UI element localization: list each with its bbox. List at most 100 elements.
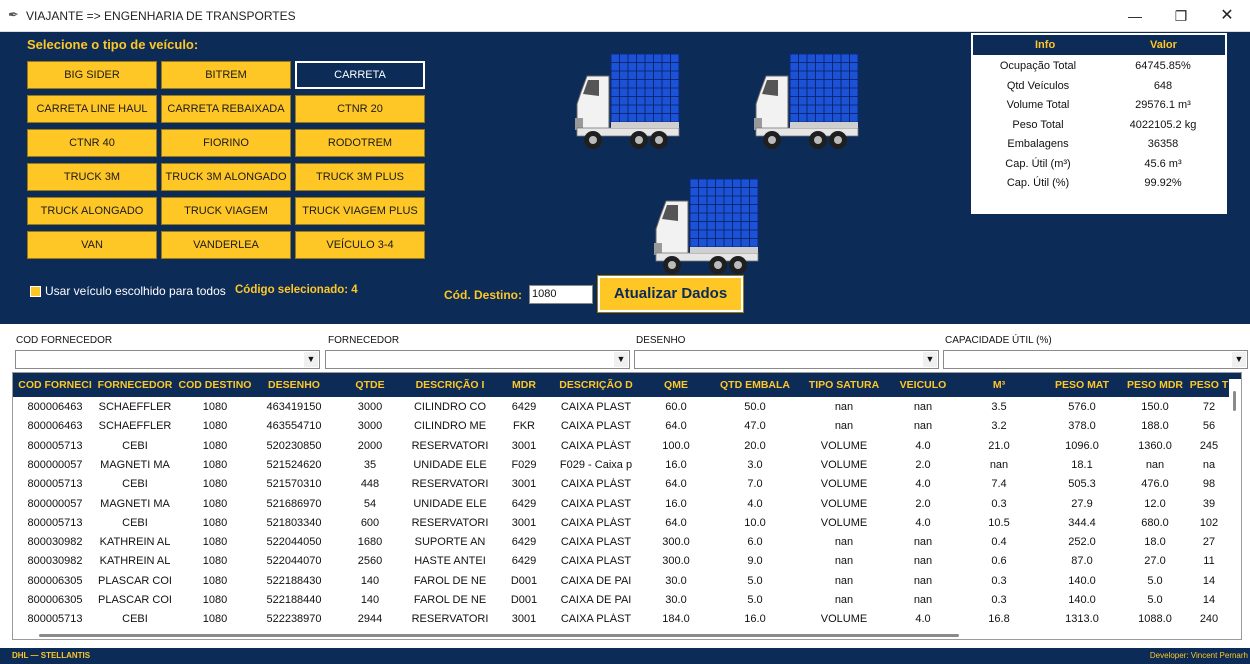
table-cell: KATHREIN AL	[99, 536, 171, 549]
minimize-button[interactable]: —	[1112, 0, 1158, 32]
filter-combo-desenho[interactable]: ▼	[634, 350, 939, 369]
table-cell: 6429	[511, 401, 537, 413]
column-header[interactable]: PESO T	[1189, 379, 1229, 391]
column-header[interactable]: QTDE	[335, 379, 405, 391]
table-cell: 98	[1202, 478, 1216, 491]
table-row[interactable]: 800030982 KATHREIN AL 1080 522044050 1680 SUP…	[13, 534, 1227, 552]
chevron-down-icon[interactable]: ▼	[614, 352, 628, 367]
vehicle-button-ctnr-20[interactable]: CTNR 20	[295, 95, 425, 123]
table-row[interactable]: 800005713 CEBI 1080 522238970 2944 RESERVATOR…	[13, 611, 1227, 629]
column-header[interactable]: COD DESTINO	[175, 379, 255, 391]
table-cell: 1080	[202, 594, 228, 606]
use-for-all-label: Usar veículo escolhido para todos	[45, 284, 226, 298]
table-row[interactable]: 800006463 SCHAEFFLER 1080 463419150 3000 CILI…	[13, 399, 1227, 417]
maximize-button[interactable]: ❐	[1158, 0, 1204, 32]
footer-left-text: DHL — STELLANTIS	[12, 651, 91, 660]
table-row[interactable]: 800006305 PLASCAR COI 1080 522188430 140 FARO…	[13, 573, 1227, 591]
table-cell: 344.4	[1068, 516, 1096, 529]
vehicle-button-truck-viagem-plus[interactable]: TRUCK VIAGEM PLUS	[295, 197, 425, 225]
table-cell: CAIXA PLÁST	[560, 478, 632, 491]
table-row[interactable]: 800030982 KATHREIN AL 1080 522044070 2560 HAS…	[13, 553, 1227, 571]
table-row[interactable]: 800000057 MAGNETI MA 1080 521524620 35 UNIDAD…	[13, 457, 1227, 475]
data-table: COD FORNECI FORNECEDOR COD DESTINO DESENHO Q…	[12, 372, 1242, 640]
column-header[interactable]: MDR	[495, 379, 553, 391]
column-header[interactable]: TIPO SATURA	[797, 379, 891, 391]
column-header[interactable]: FORNECEDOR	[95, 379, 175, 391]
table-row[interactable]: 800000057 MAGNETI MA 1080 521686970 54 UNIDAD…	[13, 496, 1227, 514]
vehicle-button-carreta-rebaixada[interactable]: CARRETA REBAIXADA	[161, 95, 291, 123]
vertical-scrollbar[interactable]	[1229, 379, 1241, 639]
destination-input[interactable]: 1080	[529, 285, 593, 304]
vehicle-button-carreta-line-haul[interactable]: CARRETA LINE HAUL	[27, 95, 157, 123]
info-key: Embalagens	[1007, 138, 1069, 150]
table-cell: 2.0	[915, 458, 931, 471]
table-cell: 10.5	[988, 516, 1010, 529]
chevron-down-icon[interactable]: ▼	[304, 352, 318, 367]
horizontal-scrollbar[interactable]	[13, 631, 1227, 639]
table-cell: 140.0	[1068, 594, 1096, 606]
vehicle-button-truck-viagem[interactable]: TRUCK VIAGEM	[161, 197, 291, 225]
table-cell: 140	[360, 594, 380, 606]
table-cell: RESERVATORI	[411, 478, 489, 491]
column-header[interactable]: QME	[639, 379, 713, 391]
table-row[interactable]: 800006463 SCHAEFFLER 1080 463554710 3000 CILI…	[13, 418, 1227, 436]
info-row: Qtd Veículos 648	[973, 77, 1225, 97]
table-cell: 4.0	[915, 613, 931, 626]
chevron-down-icon[interactable]: ▼	[1232, 352, 1246, 367]
vertical-scroll-thumb[interactable]	[1233, 391, 1236, 411]
use-for-all-checkbox[interactable]	[30, 286, 41, 297]
update-data-button[interactable]: Atualizar Dados	[597, 275, 744, 313]
table-cell: SCHAEFFLER	[98, 401, 172, 413]
vehicle-button-truck-alongado[interactable]: TRUCK ALONGADO	[27, 197, 157, 225]
close-button[interactable]: ✕	[1204, 0, 1250, 32]
truck-icon	[575, 53, 680, 149]
vehicle-button-truck-3m[interactable]: TRUCK 3M	[27, 163, 157, 191]
table-cell: 184.0	[662, 613, 690, 626]
table-cell: 87.0	[1071, 555, 1093, 568]
filter-combo-cod-fornecedor[interactable]: ▼	[15, 350, 320, 369]
vehicle-button-ctnr-40[interactable]: CTNR 40	[27, 129, 157, 157]
column-header[interactable]: DESCRIÇÃO I	[405, 379, 495, 391]
table-row[interactable]: 800005713 CEBI 1080 521803340 600 RESERVATORI…	[13, 515, 1227, 533]
table-cell: nan	[834, 401, 854, 413]
info-value: 4022105.2 kg	[1129, 118, 1197, 131]
vehicle-button-ve-culo-3-4[interactable]: VEÍCULO 3-4	[295, 231, 425, 259]
table-cell: UNIDADE ELE	[413, 458, 487, 471]
column-header[interactable]: QTD EMBALA	[713, 379, 797, 391]
table-cell: 3001	[511, 516, 537, 529]
vehicle-button-big-sider[interactable]: BIG SIDER	[27, 61, 157, 89]
table-row[interactable]: 800005713 CEBI 1080 520230850 2000 RESERVATOR…	[13, 438, 1227, 456]
table-cell: SUPORTE AN	[414, 536, 486, 549]
column-header[interactable]: DESENHO	[253, 379, 335, 391]
vehicle-button-fiorino[interactable]: FIORINO	[161, 129, 291, 157]
table-cell: 4.0	[747, 497, 763, 510]
filter-combo-capacidade[interactable]: ▼	[943, 350, 1248, 369]
vehicle-button-truck-3m-plus[interactable]: TRUCK 3M PLUS	[295, 163, 425, 191]
window-title: VIAJANTE => ENGENHARIA DE TRANSPORTES	[26, 9, 296, 23]
vehicle-button-truck-3m-alongado[interactable]: TRUCK 3M ALONGADO	[161, 163, 291, 191]
column-header[interactable]: M³	[955, 379, 1043, 391]
filter-combo-fornecedor[interactable]: ▼	[325, 350, 630, 369]
vehicle-button-vanderlea[interactable]: VANDERLEA	[161, 231, 291, 259]
chevron-down-icon[interactable]: ▼	[923, 352, 937, 367]
column-header[interactable]: PESO MAT	[1043, 379, 1121, 391]
vehicle-button-carreta[interactable]: CARRETA	[295, 61, 425, 89]
table-cell: 521803340	[266, 516, 322, 529]
table-row[interactable]: 800006305 PLASCAR COI 1080 522188440 140 FARO…	[13, 592, 1227, 610]
column-header[interactable]: DESCRIÇÃO D	[553, 379, 639, 391]
horizontal-scroll-thumb[interactable]	[39, 634, 959, 637]
info-header-info: Info	[1035, 39, 1056, 51]
table-row[interactable]: 800005713 CEBI 1080 521570310 448 RESERVATORI…	[13, 476, 1227, 494]
table-cell: 463419150	[266, 401, 322, 413]
table-cell: 1080	[202, 401, 228, 413]
table-cell: nan	[989, 458, 1009, 471]
vehicle-button-bitrem[interactable]: BITREM	[161, 61, 291, 89]
column-header[interactable]: VEICULO	[891, 379, 955, 391]
table-cell: 16.0	[665, 458, 687, 471]
vehicle-button-rodotrem[interactable]: RODOTREM	[295, 129, 425, 157]
column-header[interactable]: PESO MDR	[1121, 379, 1189, 391]
table-cell: CAIXA PLAST	[560, 555, 632, 568]
table-cell: 54	[363, 497, 377, 510]
column-header[interactable]: COD FORNECI	[13, 379, 97, 391]
vehicle-button-van[interactable]: VAN	[27, 231, 157, 259]
